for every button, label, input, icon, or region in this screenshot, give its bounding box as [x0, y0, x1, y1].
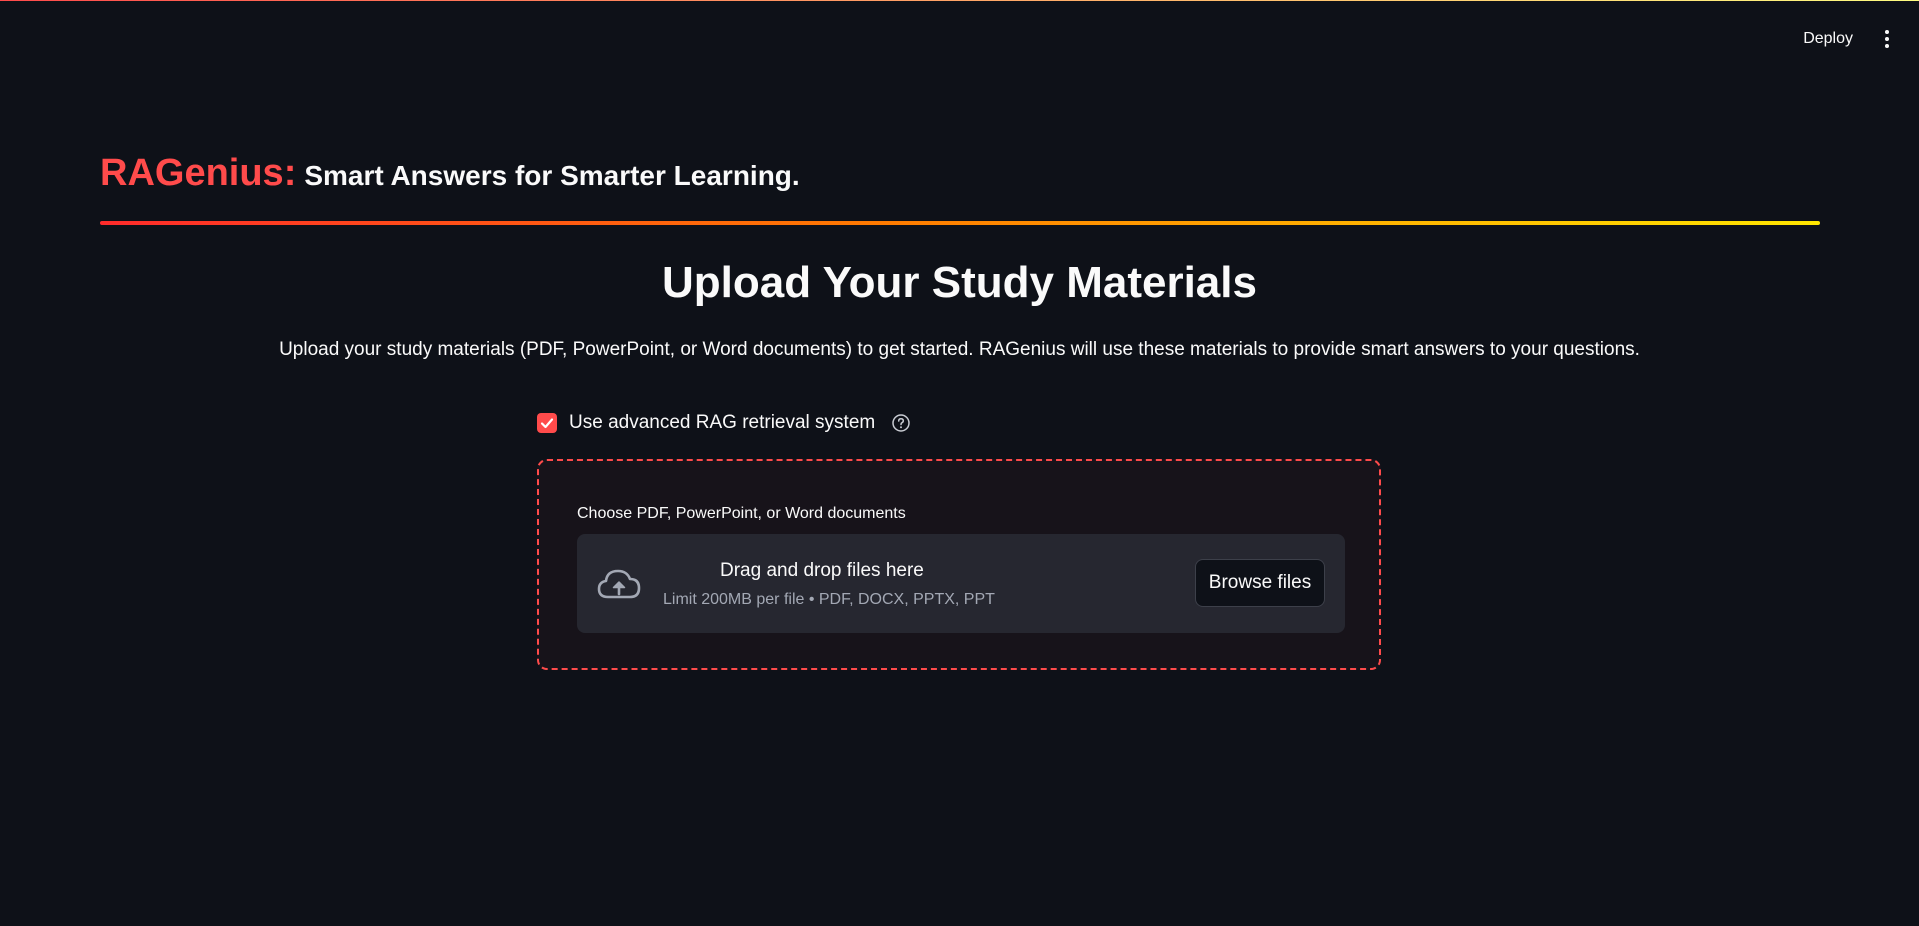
- rag-option-row[interactable]: Use advanced RAG retrieval system: [537, 412, 911, 434]
- page-title: Upload Your Study Materials: [662, 258, 1257, 307]
- tagline: Smart Answers for Smarter Learning.: [304, 160, 800, 191]
- gradient-divider: [100, 221, 1820, 225]
- rag-checkbox[interactable]: [537, 413, 557, 433]
- question-circle-icon[interactable]: [891, 413, 911, 433]
- dropzone-title: Drag and drop files here: [720, 560, 924, 581]
- brand-name: RAGenius:: [100, 152, 297, 194]
- rag-checkbox-label[interactable]: Use advanced RAG retrieval system: [569, 412, 875, 434]
- file-dropzone[interactable]: Drag and drop files here Limit 200MB per…: [577, 534, 1345, 633]
- uploader-label: Choose PDF, PowerPoint, or Word document…: [577, 505, 906, 522]
- upload-container: Choose PDF, PowerPoint, or Word document…: [537, 459, 1381, 670]
- app-top-stripe: [0, 0, 1919, 1]
- deploy-button[interactable]: Deploy: [1799, 24, 1857, 54]
- intro-text: Upload your study materials (PDF, PowerP…: [279, 339, 1640, 360]
- browse-files-button[interactable]: Browse files: [1195, 559, 1325, 607]
- vertical-dots-icon[interactable]: [1879, 24, 1895, 54]
- checkmark-icon: [540, 418, 554, 429]
- dropzone-limit: Limit 200MB per file • PDF, DOCX, PPTX, …: [663, 591, 995, 608]
- page-header: RAGenius: Smart Answers for Smarter Lear…: [100, 152, 800, 195]
- toolbar: Deploy: [1799, 24, 1895, 54]
- cloud-upload-icon: [597, 569, 641, 599]
